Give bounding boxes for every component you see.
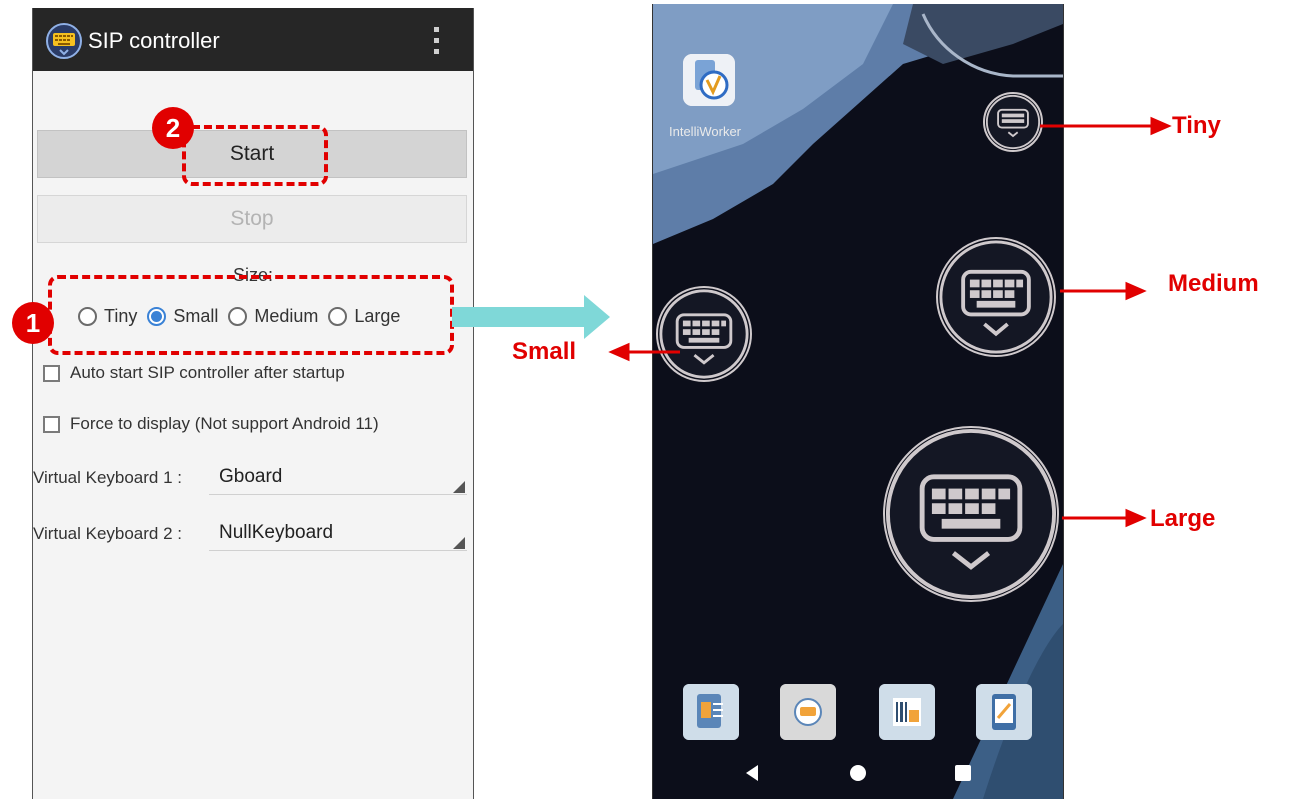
small-size-label: Small <box>512 338 577 365</box>
annotation-arrows <box>608 116 1172 528</box>
large-size-label: Large <box>1150 505 1216 532</box>
tiny-size-label: Tiny <box>1172 112 1221 139</box>
medium-size-label: Medium <box>1168 270 1259 297</box>
